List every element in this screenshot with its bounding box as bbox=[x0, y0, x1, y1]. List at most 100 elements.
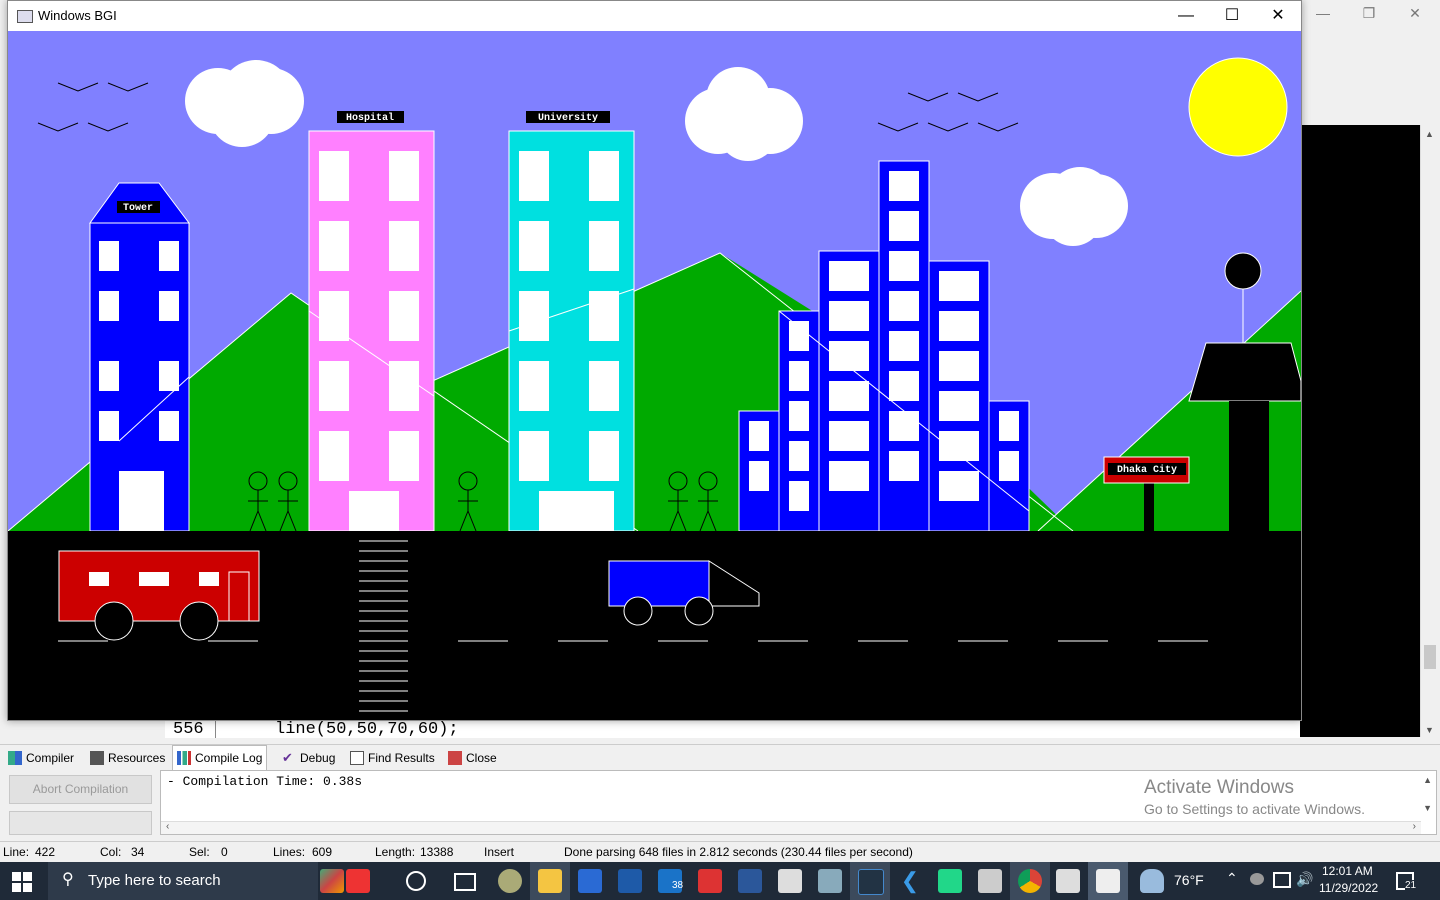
ide-caption-buttons: — ❐ ✕ bbox=[1300, 0, 1440, 30]
status-length-label: Length: bbox=[375, 845, 416, 859]
devcpp-icon[interactable] bbox=[858, 869, 884, 895]
close-icon bbox=[448, 751, 462, 765]
scroll-up-icon[interactable]: ▲ bbox=[1425, 129, 1434, 139]
scroll-left-icon[interactable]: ‹ bbox=[166, 821, 169, 832]
tab-debug[interactable]: ✔ Debug bbox=[278, 748, 335, 768]
code-text: line(50,50,70,60); bbox=[275, 720, 459, 738]
task-view-icon[interactable] bbox=[454, 873, 476, 891]
word-icon[interactable] bbox=[738, 869, 762, 893]
cortana-icon[interactable] bbox=[406, 871, 426, 891]
watermark-subtitle: Go to Settings to activate Windows. bbox=[1144, 801, 1365, 817]
tab-resources[interactable]: Resources bbox=[86, 748, 165, 768]
status-message: Done parsing 648 files in 2.812 seconds … bbox=[564, 845, 913, 859]
chart-icon bbox=[177, 751, 191, 765]
weather-icon[interactable] bbox=[1140, 869, 1164, 893]
status-line-label: Line: bbox=[3, 845, 30, 859]
log-hscrollbar[interactable]: ‹ › bbox=[161, 821, 1421, 834]
tab-compiler[interactable]: Compiler bbox=[4, 748, 74, 768]
status-length-value: 13388 bbox=[420, 845, 454, 859]
ide-close-icon[interactable]: ✕ bbox=[1392, 2, 1438, 26]
scroll-thumb[interactable] bbox=[1424, 645, 1436, 669]
gutter-divider bbox=[215, 718, 216, 738]
tab-label: Debug bbox=[300, 751, 336, 765]
tower-label: Tower bbox=[123, 203, 153, 214]
status-sel-label: Sel: bbox=[189, 845, 210, 859]
university-building: University bbox=[508, 111, 635, 532]
editor-area[interactable] bbox=[1300, 125, 1420, 737]
maximize-icon[interactable]: ☐ bbox=[1209, 1, 1255, 31]
ide-minimize-icon[interactable]: — bbox=[1300, 2, 1346, 26]
bgi-canvas: Tower Hospital University Dhaka City bbox=[8, 31, 1301, 720]
progress-bar bbox=[9, 811, 152, 835]
log-text: - Compilation Time: 0.38s bbox=[167, 774, 363, 789]
compile-log-output[interactable]: - Compilation Time: 0.38s Activate Windo… bbox=[160, 770, 1437, 835]
volume-icon[interactable]: 🔊 bbox=[1296, 871, 1313, 888]
scroll-right-icon[interactable]: › bbox=[1413, 821, 1416, 832]
watermark-title: Activate Windows bbox=[1144, 777, 1294, 798]
clock-date[interactable]: 11/29/2022 bbox=[1319, 881, 1378, 895]
documents-icon[interactable] bbox=[978, 869, 1002, 893]
tab-label: Close bbox=[466, 751, 497, 765]
tab-find-results[interactable]: Find Results bbox=[346, 748, 435, 768]
bottom-tabs: Compiler Resources Compile Log ✔ Debug Fi… bbox=[0, 744, 1440, 770]
pycharm-icon[interactable] bbox=[938, 869, 962, 893]
check-icon: ✔ bbox=[282, 750, 293, 765]
avatar-icon[interactable] bbox=[498, 869, 522, 893]
file-explorer-icon[interactable] bbox=[538, 869, 562, 893]
chrome-icon[interactable] bbox=[1018, 869, 1042, 893]
status-bar: Line: 422 Col: 34 Sel: 0 Lines: 609 Leng… bbox=[0, 841, 1440, 862]
code-line[interactable]: 556 line(50,50,70,60); bbox=[165, 718, 1300, 738]
app-icon[interactable] bbox=[818, 869, 842, 893]
activate-windows-watermark: Activate Windows Go to Settings to activ… bbox=[1144, 777, 1365, 817]
tab-label: Find Results bbox=[368, 751, 435, 765]
university-label: University bbox=[538, 112, 598, 124]
bgi-window[interactable]: Windows BGI — ☐ ✕ Tower Hospital Univers… bbox=[7, 0, 1302, 721]
log-scroll-down-icon[interactable]: ▼ bbox=[1423, 803, 1432, 813]
snip-icon[interactable] bbox=[698, 869, 722, 893]
minimize-icon[interactable]: — bbox=[1163, 1, 1209, 31]
scroll-down-icon[interactable]: ▼ bbox=[1425, 725, 1434, 735]
tab-close[interactable]: Close bbox=[444, 748, 497, 768]
onedrive-icon[interactable] bbox=[1250, 873, 1264, 885]
status-lines-value: 609 bbox=[312, 845, 333, 859]
editor-scrollbar[interactable]: ▲ ▼ bbox=[1420, 125, 1439, 737]
sun bbox=[1188, 57, 1288, 157]
window-title: Windows BGI bbox=[38, 8, 117, 23]
taskbar: ⚲ Type here to search 38 ❮ 76°F ⌃ 🔊 12:0… bbox=[0, 862, 1440, 900]
close-window-icon[interactable]: ✕ bbox=[1255, 1, 1301, 31]
line-number: 556 bbox=[173, 720, 204, 738]
hospital-label: Hospital bbox=[346, 112, 394, 124]
status-lines-label: Lines: bbox=[273, 845, 306, 859]
window-icon[interactable] bbox=[1056, 869, 1080, 893]
notification-count: 21 bbox=[1405, 880, 1417, 891]
notepad-icon[interactable] bbox=[778, 869, 802, 893]
status-sel-value: 0 bbox=[221, 845, 228, 859]
ide-restore-icon[interactable]: ❐ bbox=[1346, 2, 1392, 26]
mail-badge: 38 bbox=[672, 880, 684, 891]
gift-box-icon[interactable] bbox=[346, 869, 370, 893]
tab-label: Compile Log bbox=[195, 751, 263, 765]
taskbar-search[interactable]: ⚲ Type here to search bbox=[48, 862, 318, 900]
store-icon[interactable] bbox=[578, 869, 602, 893]
weather-temp: 76°F bbox=[1174, 872, 1204, 888]
abort-compilation-button[interactable]: Abort Compilation bbox=[9, 775, 152, 804]
bgi-window-icon[interactable] bbox=[1096, 869, 1120, 893]
network-icon[interactable] bbox=[1273, 872, 1291, 888]
tower-building: Tower bbox=[89, 182, 190, 532]
clock-time[interactable]: 12:01 AM bbox=[1322, 864, 1373, 878]
tab-compile-log[interactable]: Compile Log bbox=[172, 745, 268, 770]
find-icon bbox=[350, 751, 364, 765]
search-icon: ⚲ bbox=[62, 871, 74, 888]
status-mode: Insert bbox=[484, 845, 515, 859]
tab-label: Compiler bbox=[26, 751, 75, 765]
photos-icon[interactable] bbox=[618, 869, 642, 893]
bgi-title-bar[interactable]: Windows BGI — ☐ ✕ bbox=[8, 1, 1301, 31]
hospital-building: Hospital bbox=[308, 111, 435, 532]
status-col-value: 34 bbox=[131, 845, 145, 859]
vscode-icon[interactable]: ❮ bbox=[898, 869, 922, 893]
tray-chevron-icon[interactable]: ⌃ bbox=[1226, 870, 1238, 887]
tab-label: Resources bbox=[108, 751, 166, 765]
log-scroll-up-icon[interactable]: ▲ bbox=[1423, 775, 1432, 785]
gift-icon[interactable] bbox=[320, 869, 344, 893]
windows-start-icon[interactable] bbox=[12, 872, 32, 892]
